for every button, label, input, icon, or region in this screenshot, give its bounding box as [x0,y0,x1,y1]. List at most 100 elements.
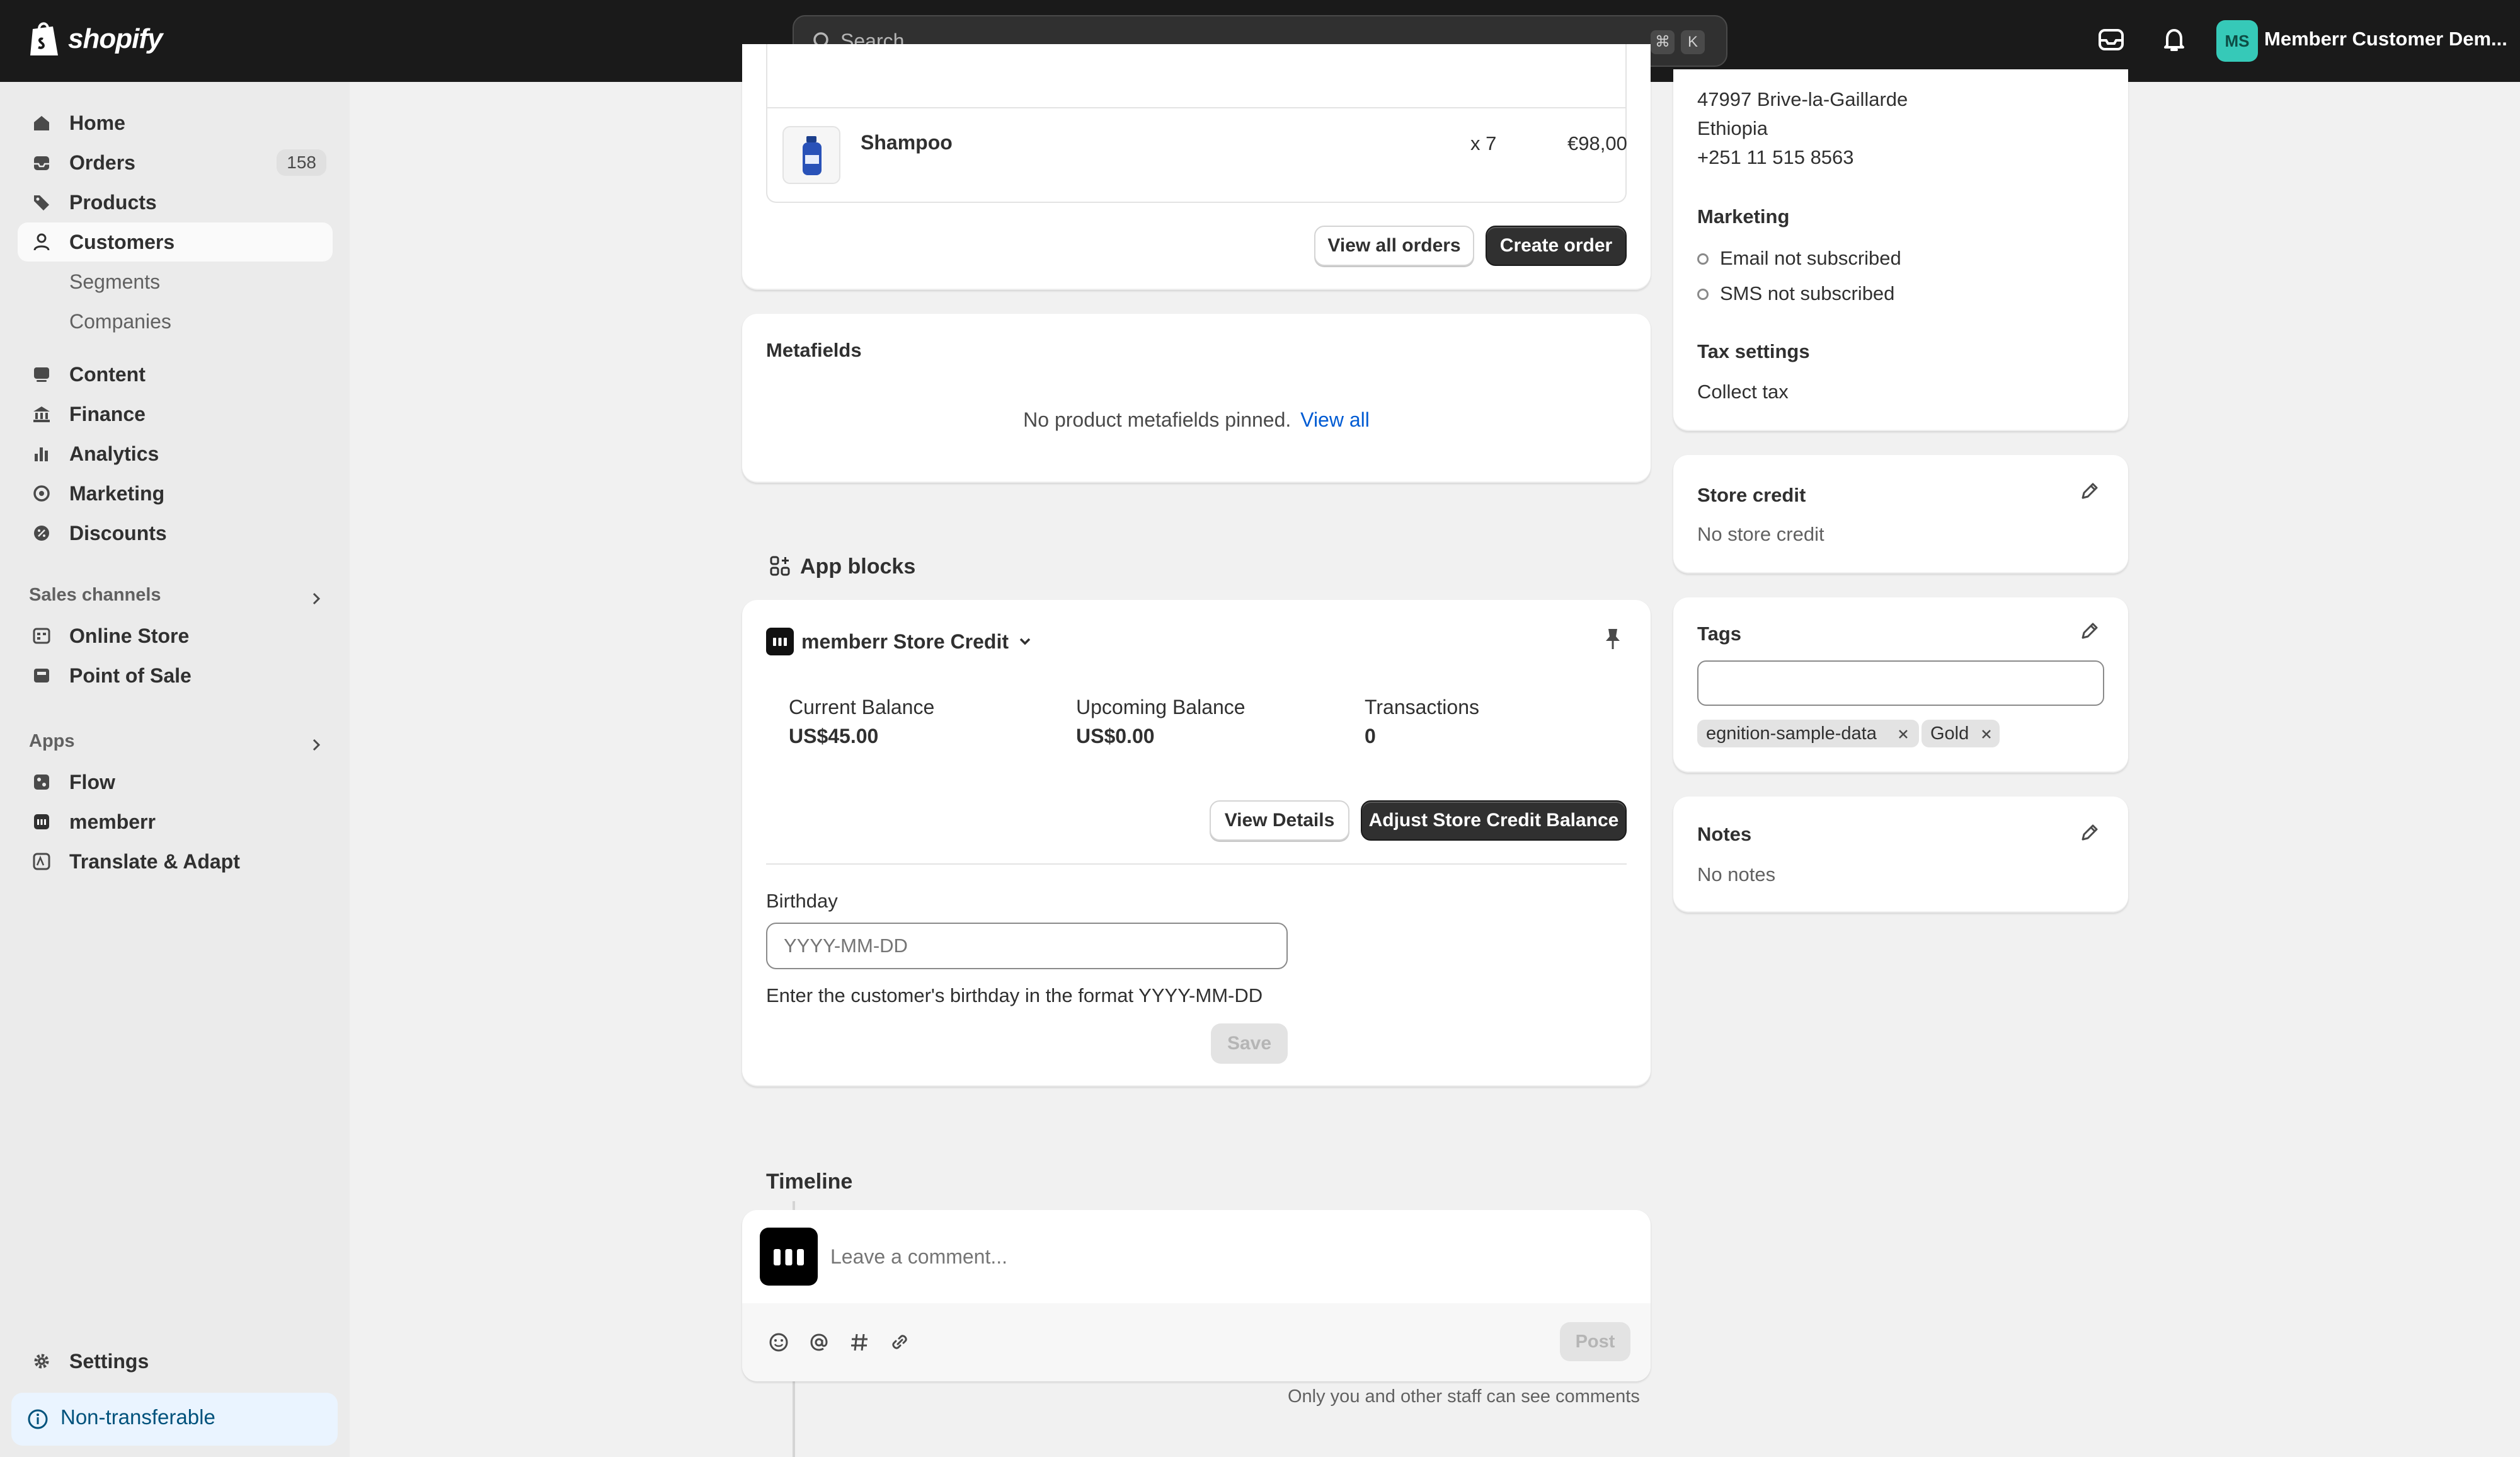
apps-heading: Apps [29,731,75,751]
pin-icon[interactable] [1601,626,1624,652]
discount-icon [34,526,49,541]
inbox-icon[interactable] [2097,25,2126,54]
marketing-heading: Marketing [1697,205,1790,227]
sidebar-item-home[interactable]: Home [18,103,333,142]
shortcut-cmd-key: ⌘ [1651,30,1675,54]
translate-icon [33,853,50,870]
stat-value: US$45.00 [789,725,879,747]
sidebar-item-point-of-sale[interactable]: Point of Sale [18,656,333,695]
sidebar-item-products[interactable]: Products [18,183,333,222]
notes-value: No notes [1697,863,1776,885]
store-name[interactable]: Memberr Customer Dem... [2264,28,2507,50]
edit-pencil-icon[interactable] [2079,620,2100,642]
gear-icon [34,1354,49,1369]
stat-value: 0 [1365,725,1376,747]
sidebar-item-label: Products [69,190,157,214]
hashtag-icon[interactable] [848,1331,871,1354]
edit-pencil-icon[interactable] [2079,480,2100,502]
content-icon [34,367,49,382]
order-item-name[interactable]: Shampoo [861,131,953,154]
order-item-price: €98,00 [1567,132,1627,154]
create-order-button[interactable]: Create order [1486,226,1627,266]
store-avatar[interactable]: MS [2216,20,2258,62]
comment-input[interactable] [830,1238,1618,1276]
metafields-view-all-link[interactable]: View all [1300,408,1370,431]
sidebar-item-customers[interactable]: Customers [18,222,333,262]
close-icon[interactable] [1979,727,1993,741]
sidebar-item-label: Segments [69,270,161,293]
pos-icon [34,669,49,682]
sidebar-item-discounts[interactable]: Discounts [18,514,333,553]
timeline-heading: Timeline [766,1170,853,1194]
bell-icon[interactable] [2160,25,2189,54]
bank-icon [33,406,50,422]
non-transferable-banner[interactable]: Non-transferable [11,1393,338,1446]
sidebar-item-label: Flow [69,770,115,793]
sidebar-item-label: Companies [69,309,171,333]
email-marketing-status: Email not subscribed [1720,247,1901,269]
last-order-card: Shampoo x 7 €98,00 View all orders Creat… [742,44,1651,290]
sidebar-item-flow[interactable]: Flow [18,763,333,802]
sidebar-item-segments[interactable]: Segments [18,262,333,301]
memberr-store-credit-card: memberr Store Credit Current Balance US$… [742,600,1651,1086]
view-details-button[interactable]: View Details [1210,800,1349,841]
sidebar-item-label: Home [69,111,125,134]
chevron-down-icon [1019,638,1031,645]
sidebar-item-label: Online Store [69,624,190,647]
orders-count-badge: 158 [277,149,326,176]
sidebar-item-label: Discounts [69,521,167,544]
chevron-right-icon[interactable] [307,590,325,608]
address-line: Ethiopia [1697,117,1768,139]
divider [766,863,1627,865]
staff-only-note: Only you and other staff can see comment… [1288,1386,1640,1407]
sidebar-item-label: memberr [69,810,156,833]
phone-number[interactable]: +251 11 515 8563 [1697,146,1854,169]
metafields-title: Metafields [766,339,862,361]
sidebar-item-label: Translate & Adapt [69,849,240,873]
birthday-input[interactable] [766,923,1288,969]
sidebar-item-online-store[interactable]: Online Store [18,616,333,655]
sidebar-item-settings[interactable]: Settings [18,1342,333,1381]
sidebar-item-analytics[interactable]: Analytics [18,434,333,473]
close-icon[interactable] [1896,727,1910,741]
tags-input[interactable] [1697,660,2104,706]
notes-title: Notes [1697,823,1752,845]
sidebar-item-label: Settings [69,1349,149,1373]
order-line-items: Shampoo x 7 €98,00 [766,44,1627,203]
post-button[interactable]: Post [1560,1322,1630,1361]
mention-icon[interactable] [808,1331,830,1354]
sidebar-item-marketing[interactable]: Marketing [18,474,333,513]
comment-toolbar: Post [742,1303,1651,1381]
sidebar-item-memberr[interactable]: memberr [18,802,333,841]
target-icon [33,485,50,502]
sidebar-item-content[interactable]: Content [18,355,333,394]
sidebar-item-companies[interactable]: Companies [18,302,333,341]
tag-icon [34,195,49,210]
shopify-bag-icon [30,22,58,55]
adjust-store-credit-button[interactable]: Adjust Store Credit Balance [1361,800,1627,841]
app-blocks-icon [770,556,790,576]
edit-pencil-icon[interactable] [2079,822,2100,843]
sidebar-item-label: Analytics [69,442,159,465]
sidebar-item-translate-adapt[interactable]: Translate & Adapt [18,842,333,881]
save-button[interactable]: Save [1211,1023,1288,1064]
sidebar-item-finance[interactable]: Finance [18,394,333,434]
birthday-help-text: Enter the customer's birthday in the for… [766,984,1263,1006]
stat-label: Current Balance [789,696,935,718]
store-credit-value: No store credit [1697,523,1824,545]
app-selector[interactable]: memberr Store Credit [801,626,1034,657]
view-all-orders-button[interactable]: View all orders [1314,226,1474,266]
sidebar-item-orders[interactable]: Orders 158 [18,143,333,182]
notes-card: Notes No notes [1673,797,2128,913]
metafields-empty-text: No product metafields pinned. [1023,408,1292,431]
shopify-logo[interactable]: shopify [28,20,163,58]
stat-label: Upcoming Balance [1076,696,1246,718]
bar-chart-icon [35,447,48,461]
attachment-icon[interactable] [888,1331,911,1354]
emoji-icon[interactable] [767,1331,790,1354]
sidebar-item-label: Customers [69,230,175,253]
info-icon [28,1409,48,1429]
chevron-right-icon[interactable] [307,736,325,754]
avatar [760,1228,818,1286]
status-dot-icon [1697,253,1709,265]
